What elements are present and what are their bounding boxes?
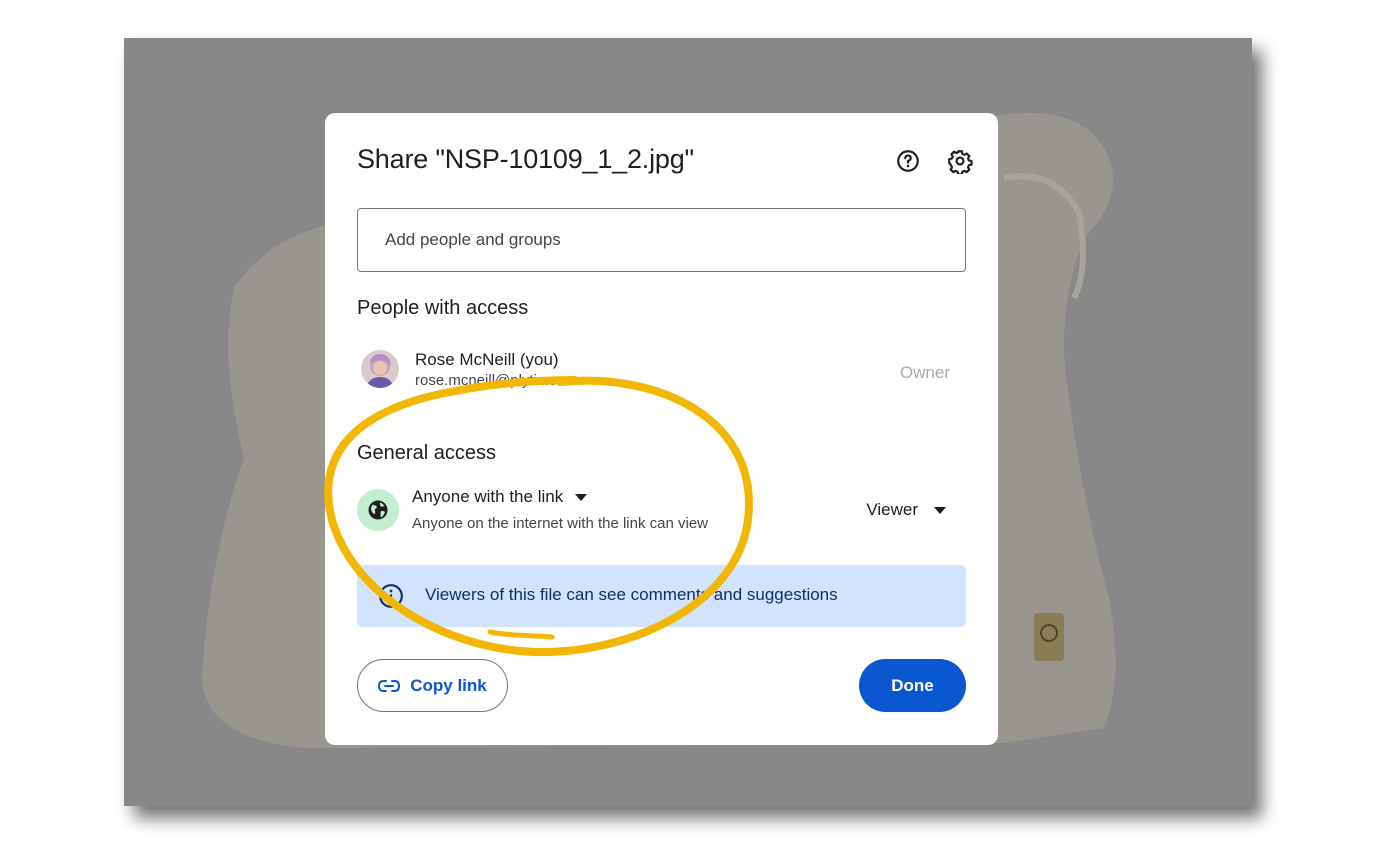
globe-badge	[357, 489, 399, 531]
dialog-title: Share "NSP-10109_1_2.jpg"	[357, 144, 694, 174]
role-dropdown[interactable]: Viewer	[866, 497, 946, 523]
owner-role-label: Owner	[899, 363, 950, 382]
general-access-heading: General access	[357, 442, 496, 464]
add-people-input[interactable]	[357, 208, 966, 272]
general-access-row: Anyone with the link Anyone on the inter…	[357, 484, 966, 544]
copy-link-label: Copy link	[410, 675, 487, 695]
person-email: rose.mcneill@plytix.com	[415, 372, 577, 389]
link-icon	[378, 679, 401, 692]
person-row-owner: Rose McNeill (you) rose.mcneill@plytix.c…	[357, 346, 966, 396]
person-name: Rose McNeill (you)	[415, 350, 559, 369]
gear-icon	[948, 150, 973, 174]
settings-button[interactable]	[944, 145, 976, 177]
help-circle-icon	[897, 150, 919, 172]
general-access-dropdown[interactable]: Anyone with the link	[412, 484, 588, 510]
general-access-description: Anyone on the internet with the link can…	[412, 515, 709, 532]
caret-down-icon	[934, 506, 946, 514]
done-button[interactable]: Done	[859, 659, 966, 712]
info-icon	[379, 584, 403, 608]
share-dialog: Share "NSP-10109_1_2.jpg" People with ac…	[325, 113, 998, 745]
info-banner: Viewers of this file can see comments an…	[357, 565, 966, 627]
help-button[interactable]	[892, 145, 924, 177]
avatar	[361, 350, 399, 388]
role-label: Viewer	[866, 500, 918, 519]
globe-icon	[368, 500, 388, 520]
people-with-access-heading: People with access	[357, 297, 529, 319]
general-access-label: Anyone with the link	[412, 487, 564, 506]
caret-down-icon	[575, 493, 588, 501]
info-banner-text: Viewers of this file can see comments an…	[425, 585, 838, 604]
copy-link-button[interactable]: Copy link	[357, 659, 508, 712]
